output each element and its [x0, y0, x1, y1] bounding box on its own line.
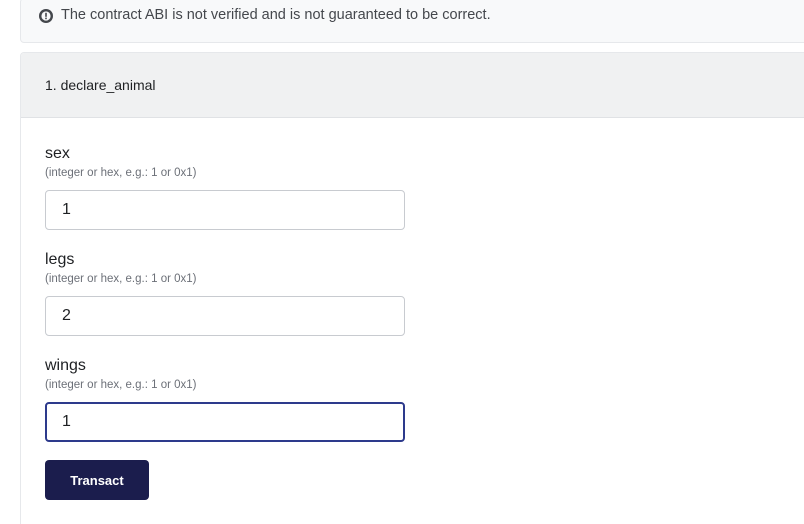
field-hint-sex: (integer or hex, e.g.: 1 or 0x1)	[45, 167, 197, 179]
field-legs: legs (integer or hex, e.g.: 1 or 0x1)	[45, 251, 405, 336]
field-label-sex: sex	[45, 145, 70, 162]
method-title: 1. declare_animal	[45, 77, 156, 93]
field-wings: wings (integer or hex, e.g.: 1 or 0x1)	[45, 357, 405, 442]
field-hint-legs: (integer or hex, e.g.: 1 or 0x1)	[45, 273, 197, 285]
abi-warning-notice: The contract ABI is not verified and is …	[20, 0, 804, 43]
contract-write-panel: The contract ABI is not verified and is …	[0, 0, 804, 524]
method-card: 1. declare_animal sex (integer or hex, e…	[20, 52, 804, 524]
field-sex: sex (integer or hex, e.g.: 1 or 0x1)	[45, 145, 405, 230]
sex-input[interactable]	[45, 190, 405, 230]
field-label-wings: wings	[45, 357, 86, 374]
transact-button[interactable]: Transact	[45, 460, 149, 500]
method-header[interactable]: 1. declare_animal	[21, 53, 804, 118]
legs-input[interactable]	[45, 296, 405, 336]
wings-input[interactable]	[45, 402, 405, 442]
field-label-legs: legs	[45, 251, 75, 268]
field-hint-wings: (integer or hex, e.g.: 1 or 0x1)	[45, 379, 197, 391]
abi-warning-text: The contract ABI is not verified and is …	[61, 7, 491, 23]
alert-circle-icon	[39, 9, 53, 23]
